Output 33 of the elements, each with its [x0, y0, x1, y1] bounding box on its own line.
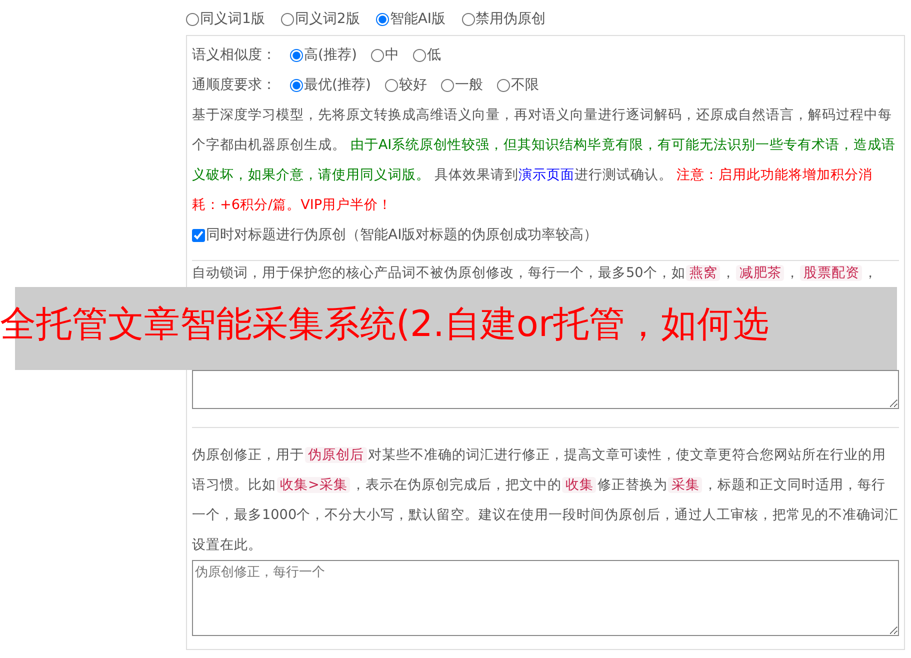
option-label: 高(推荐): [304, 46, 357, 64]
option-label: 不限: [510, 76, 539, 94]
radio-button[interactable]: [290, 78, 303, 92]
description-text: 基于深度学习模型，先将原文转换成高维语义向量，再对语义向量进行逐词解码，还原成自然语言，解码过程中每个字都由机器原创生成。 由于AI系统原创性较强，但其知识结构毕竟有限，有可能无法识别一些专有术语，造成语义破坏，如果介意，请使用同义词版。 具体效果请到演示页面进行测试确认。 注意：启用此功能将增加积分消耗：+6积分/篇。VIP用户半价！: [192, 106, 897, 215]
radio-button[interactable]: [412, 48, 426, 62]
option-label: 同义词2版: [294, 10, 360, 28]
radio-button[interactable]: [376, 12, 389, 26]
option-label: 智能AI版: [390, 10, 446, 28]
option-label: 较好: [398, 76, 427, 94]
radio-button[interactable]: [440, 78, 454, 92]
checkbox[interactable]: [192, 228, 205, 242]
banner-title: 全托管文章智能采集系统(2.自建or托管，如何选: [0, 303, 770, 347]
lock-words-field[interactable]: [192, 370, 899, 409]
description-text: 伪原创修正，用于 伪原创后 对某些不准确的词汇进行修正，提高文章可读性，使文章更符合您网站所在行业的用语习惯。比如 收集>采集 ，表示在伪原创完成后，把文中的 收集 修正替换为 采集 ，标题和正文同时适用，每行一个，最多1000个，不分大小写，默认留空。建议在使用一段时间伪原创后，通过人工审核，把常见的不准确词汇设置在此。: [192, 446, 899, 555]
correction-field[interactable]: 伪原创修正，每行一个: [192, 560, 899, 636]
radio-button[interactable]: [186, 12, 199, 26]
radio-button[interactable]: [280, 12, 294, 26]
option-label: 最优(推荐): [304, 76, 371, 94]
radio-button[interactable]: [290, 48, 303, 62]
option-label: 低: [426, 46, 441, 64]
option-label: 同义词1版: [200, 10, 265, 28]
checkbox-label: 同时对标题进行伪原创（智能AI版对标题的伪原创成功率较高）: [206, 226, 598, 244]
similarity-label: 语义相似度：: [192, 46, 276, 64]
radio-button[interactable]: [384, 78, 398, 92]
radio-button[interactable]: [496, 78, 510, 92]
option-label: 一般: [454, 76, 483, 94]
radio-button[interactable]: [370, 48, 384, 62]
demo-link[interactable]: 演示页面: [518, 167, 574, 183]
fluency-label: 通顺度要求：: [192, 76, 276, 94]
option-label: 中: [384, 46, 399, 64]
radio-button[interactable]: [462, 12, 475, 26]
option-label: 禁用伪原创: [476, 10, 546, 28]
description-text: 自动锁词，用于保护您的核心产品词不被伪原创修改，每行一个，最多50个，如 燕窝 ， 减肥茶 ， 股票配资 ，: [192, 264, 878, 282]
